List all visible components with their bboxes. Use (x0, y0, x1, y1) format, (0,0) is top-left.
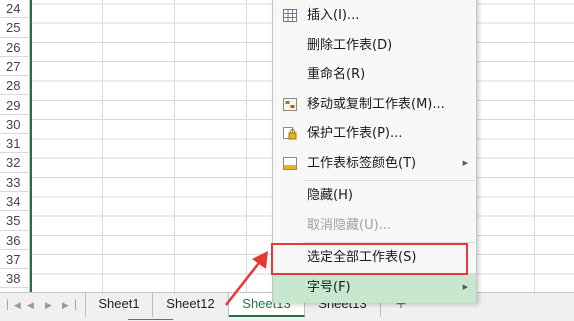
menu-item-label: 工作表标签颜色(T) (307, 156, 417, 171)
submenu-arrow-icon: ▶ (462, 159, 468, 167)
row-header-column: 24 25 26 27 28 29 30 31 32 33 34 35 36 3… (0, 0, 30, 292)
annotation-underline (128, 319, 173, 320)
menu-item-delete-sheet[interactable]: 删除工作表(D) (273, 31, 476, 61)
submenu-arrow-icon: ▶ (462, 283, 468, 291)
row-header-30[interactable]: 30 (0, 115, 30, 135)
row-header-27[interactable]: 27 (0, 57, 30, 77)
first-sheet-icon[interactable]: ▏◀ (7, 299, 21, 313)
last-sheet-icon[interactable]: ▶▕ (62, 299, 76, 313)
menu-item-label: 删除工作表(D) (307, 37, 393, 53)
protect-sheet-icon (283, 127, 297, 140)
menu-item-label: 移动或复制工作表(M)... (307, 96, 445, 112)
row-header-36[interactable]: 36 (0, 231, 30, 250)
insert-table-icon (283, 9, 297, 22)
menu-item-protect-sheet[interactable]: 保护工作表(P)... (273, 119, 476, 149)
row-header-26[interactable]: 26 (0, 38, 30, 57)
menu-item-font-size[interactable]: 字号(F) ▶ (273, 273, 476, 303)
menu-item-label: 保护工作表(P)... (307, 126, 403, 142)
move-copy-icon (283, 97, 297, 111)
menu-item-label: 字号(F) (307, 280, 351, 295)
row-header-29[interactable]: 29 (0, 96, 30, 115)
row-header-32[interactable]: 32 (0, 153, 30, 173)
row-header-24[interactable]: 24 (0, 0, 30, 19)
menu-item-label: 取消隐藏(U)... (307, 217, 392, 233)
next-sheet-icon[interactable]: ▶ (45, 299, 52, 313)
row-header-25[interactable]: 25 (0, 18, 30, 38)
prev-sheet-icon[interactable]: ◀ (27, 299, 34, 313)
row-header-34[interactable]: 34 (0, 192, 30, 212)
menu-item-move-copy[interactable]: 移动或复制工作表(M)... (273, 90, 476, 120)
annotation-arrow-icon (225, 251, 268, 306)
row-header-35[interactable]: 35 (0, 211, 30, 231)
menu-item-label: 插入(I)... (307, 8, 360, 23)
menu-item-rename[interactable]: 重命名(R) (273, 60, 476, 90)
row-header-31[interactable]: 31 (0, 134, 30, 154)
row-header-38[interactable]: 38 (0, 269, 30, 289)
annotation-highlight-box (271, 243, 468, 275)
menu-item-hide[interactable]: 隐藏(H) (273, 181, 476, 211)
row-header-37[interactable]: 37 (0, 250, 30, 270)
row-header-28[interactable]: 28 (0, 76, 30, 96)
tab-sheet12[interactable]: Sheet12 (153, 293, 229, 317)
menu-item-unhide: 取消隐藏(U)... (273, 211, 476, 241)
selected-column-indicator (30, 0, 32, 292)
tab-sheet1[interactable]: Sheet1 (85, 293, 153, 317)
menu-item-insert[interactable]: 插入(I)... (273, 1, 476, 31)
menu-item-tab-color[interactable]: 工作表标签颜色(T) ▶ (273, 149, 476, 179)
menu-item-label: 重命名(R) (307, 67, 366, 83)
row-header-33[interactable]: 33 (0, 173, 30, 192)
tab-color-icon (283, 157, 297, 170)
menu-item-label: 隐藏(H) (307, 188, 353, 203)
